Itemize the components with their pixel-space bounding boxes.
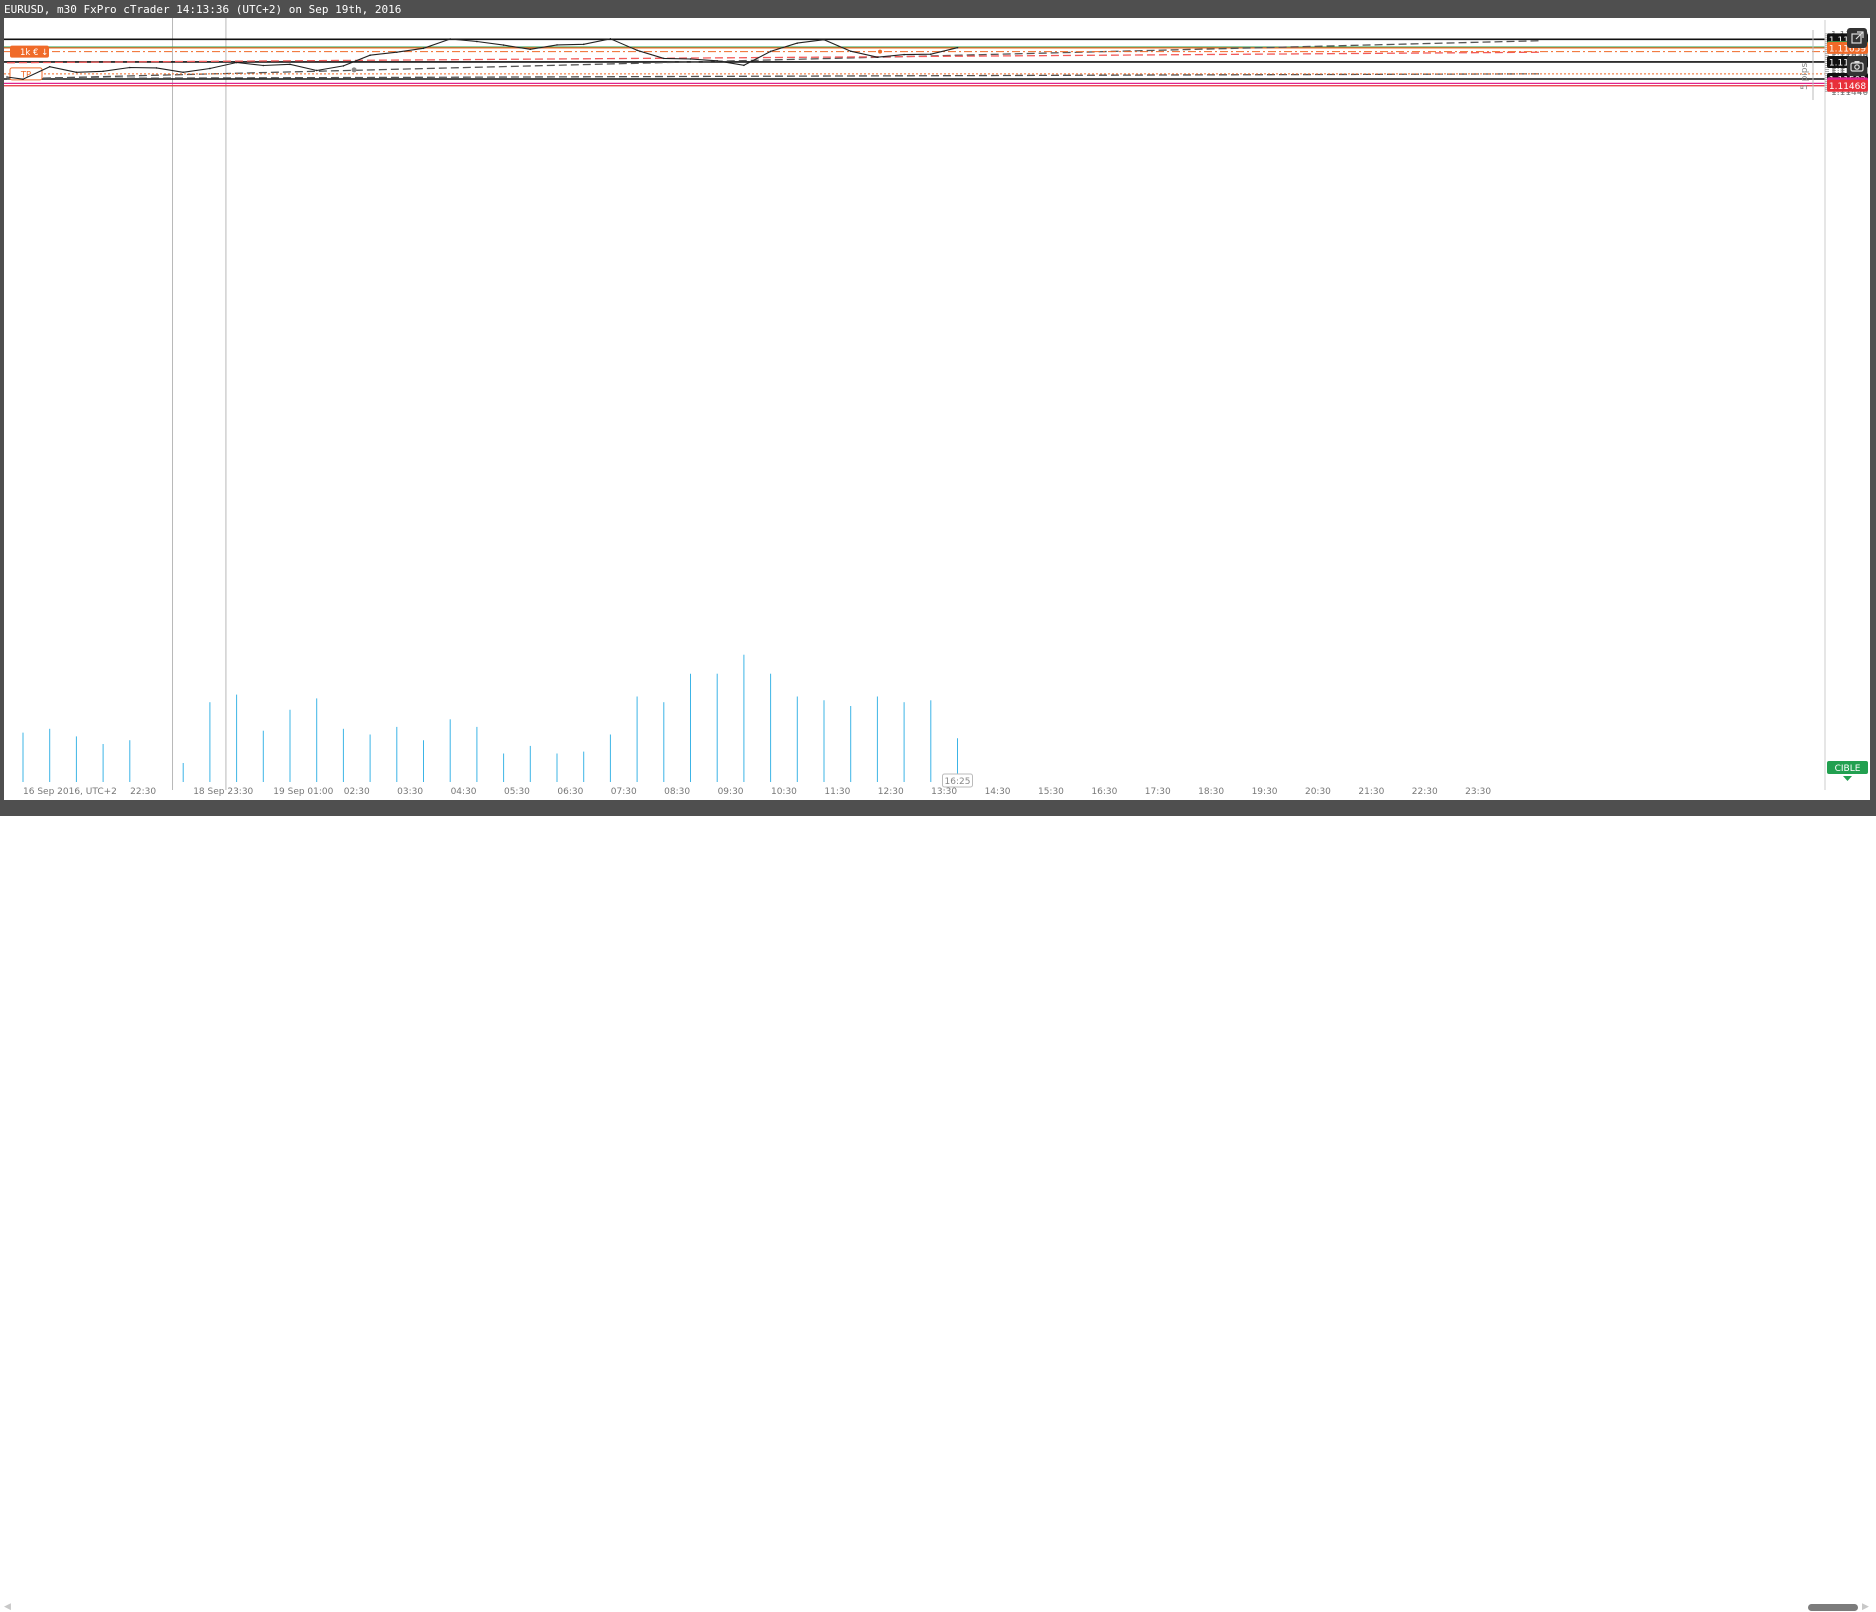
x-tick-label: 02:30 xyxy=(344,787,370,797)
x-tick-label: 12:30 xyxy=(878,787,904,797)
price-point xyxy=(22,78,24,80)
x-tick-label: 07:30 xyxy=(611,787,637,797)
price-point xyxy=(289,63,291,66)
price-point xyxy=(556,44,558,46)
price-point xyxy=(903,53,905,56)
x-tick-label: 22:30 xyxy=(1412,787,1438,797)
x-tick-label: 14:30 xyxy=(985,787,1011,797)
order-marker xyxy=(878,49,883,54)
trend-line xyxy=(6,73,1540,80)
price-point xyxy=(369,54,371,57)
price-point xyxy=(129,66,131,69)
scale-note: 5 pips xyxy=(1800,62,1810,90)
popout-icon xyxy=(1851,31,1864,44)
price-point xyxy=(663,57,665,60)
price-point xyxy=(636,49,638,52)
x-tick-label: 10:30 xyxy=(771,787,797,797)
price-point xyxy=(876,56,879,58)
x-tick-label: 16:30 xyxy=(1091,787,1117,797)
x-tick-label: 08:30 xyxy=(664,787,690,797)
price-point xyxy=(182,71,184,74)
price-point xyxy=(396,51,398,54)
price-chart[interactable]: 1k € ↓TP 1.117301.117201.117101.117001.1… xyxy=(0,0,1876,816)
price-point xyxy=(235,61,238,64)
price-point xyxy=(743,64,745,67)
x-tick-label: 18 Sep 23:30 xyxy=(193,787,253,797)
price-point xyxy=(769,50,772,53)
x-tick-label: 20:30 xyxy=(1305,787,1331,797)
x-tick-label: 19:30 xyxy=(1252,787,1278,797)
price-point xyxy=(609,37,612,40)
price-point xyxy=(689,58,692,60)
x-tick-label: 19 Sep 01:00 xyxy=(273,787,333,797)
price-point xyxy=(102,70,104,73)
trend-anchor-point xyxy=(351,67,357,73)
x-tick-label: 11:30 xyxy=(824,787,850,797)
scroll-left-icon[interactable]: ◀ xyxy=(4,1602,11,1612)
price-point xyxy=(529,48,532,51)
horizontal-scrollbar[interactable]: ◀ ▶ xyxy=(0,800,1876,1612)
camera-icon xyxy=(1850,61,1864,72)
x-tick-label: 15:30 xyxy=(1038,787,1064,797)
target-arrow-icon xyxy=(1843,776,1852,781)
price-point xyxy=(502,44,505,46)
price-point xyxy=(476,40,478,43)
trend-line xyxy=(6,40,1540,80)
x-tick-label: 03:30 xyxy=(397,787,423,797)
price-point xyxy=(342,65,345,67)
price-point xyxy=(209,67,211,70)
price-point xyxy=(930,53,932,56)
target-label: CIBLE xyxy=(1835,764,1861,774)
x-tick-label: 05:30 xyxy=(504,787,530,797)
price-point xyxy=(716,59,718,62)
scrollbar-thumb[interactable] xyxy=(1808,1604,1858,1611)
popout-button[interactable] xyxy=(1847,28,1867,48)
price-point xyxy=(449,38,452,40)
price-point xyxy=(155,67,158,69)
price-point xyxy=(956,46,959,49)
current-time-marker: 16:25 xyxy=(942,773,973,788)
order-label: 1k € ↓ xyxy=(20,48,48,58)
current-time-label: 16:25 xyxy=(945,777,971,787)
price-point xyxy=(823,38,825,41)
price-point xyxy=(582,43,585,46)
level-price-label: 1.11468 xyxy=(1829,82,1866,92)
x-tick-label: 21:30 xyxy=(1358,787,1384,797)
x-tick-label: 09:30 xyxy=(718,787,744,797)
price-point xyxy=(849,50,852,53)
x-tick-label: 04:30 xyxy=(451,787,477,797)
price-point xyxy=(796,42,799,44)
x-tick-label: 22:30 xyxy=(130,787,156,797)
price-point xyxy=(6,76,8,78)
price-point xyxy=(75,71,78,74)
x-tick-label: 17:30 xyxy=(1145,787,1171,797)
x-tick-label: 06:30 xyxy=(557,787,583,797)
price-point xyxy=(48,65,51,68)
price-point xyxy=(315,69,318,72)
x-tick-label: 13:30 xyxy=(931,787,957,797)
price-point xyxy=(422,47,425,50)
x-tick-label: 16 Sep 2016, UTC+2 xyxy=(23,787,117,797)
x-tick-label: 23:30 xyxy=(1465,787,1491,797)
x-tick-label: 18:30 xyxy=(1198,787,1224,797)
price-point xyxy=(262,64,265,67)
scroll-right-icon[interactable]: ▶ xyxy=(1862,1602,1869,1612)
screenshot-button[interactable] xyxy=(1847,56,1867,76)
